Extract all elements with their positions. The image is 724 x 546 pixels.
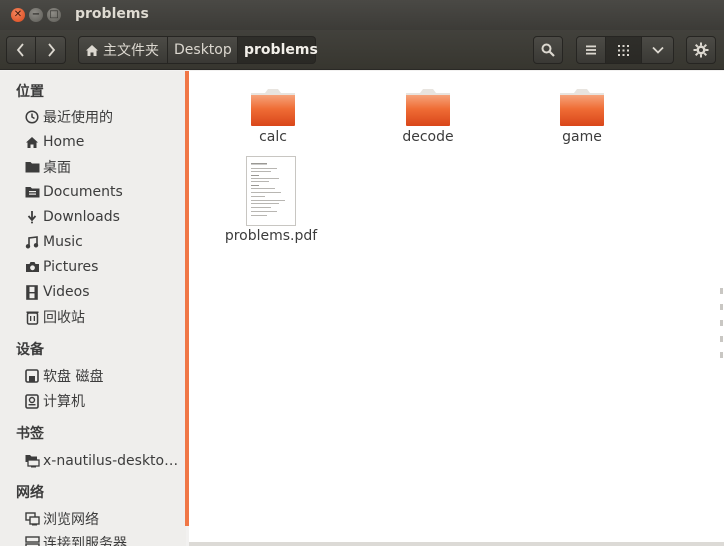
- sidebar-item-floppy[interactable]: 软盘 磁盘: [24, 365, 184, 387]
- folder-icon: [559, 87, 605, 127]
- file-manager-window: ✕ − □ problems 主文件夹 Desktop problems 位置 …: [0, 0, 724, 546]
- scrollbar-tick: [720, 336, 723, 342]
- trash-icon: [24, 309, 40, 325]
- breadcrumb-home[interactable]: 主文件夹: [78, 36, 168, 64]
- floppy-icon: [24, 368, 40, 384]
- sidebar-item-label: 软盘 磁盘: [43, 369, 104, 385]
- file-name: game: [562, 129, 602, 145]
- home-icon: [24, 134, 40, 150]
- scrollbar-tick: [720, 320, 723, 326]
- maximize-button[interactable]: □: [47, 8, 61, 22]
- sidebar-item-label: 浏览网络: [43, 512, 99, 528]
- sidebar-item-desktop-bookmark[interactable]: x-nautilus-desktop:///: [24, 450, 184, 472]
- breadcrumb-home-label: 主文件夹: [103, 43, 159, 59]
- sidebar-item-trash[interactable]: 回收站: [24, 306, 184, 328]
- sidebar: 位置 最近使用的 Home 桌面 Documents Downloads Mus…: [0, 71, 186, 546]
- breadcrumb-desktop-label: Desktop: [174, 42, 232, 58]
- status-strip: [189, 542, 724, 546]
- file-name: problems.pdf: [224, 228, 318, 244]
- scrollbar-tick: [720, 352, 723, 358]
- download-icon: [24, 209, 40, 225]
- camera-icon: [24, 259, 40, 275]
- sidebar-item-browse-network[interactable]: 浏览网络: [24, 508, 184, 530]
- window-title: problems: [75, 6, 149, 22]
- chevron-right-icon: [47, 43, 55, 57]
- sidebar-item-label: 连接到服务器: [43, 536, 127, 546]
- file-view[interactable]: calc decode game problems.pdf: [189, 71, 719, 542]
- sidebar-item-label: 回收站: [43, 310, 85, 326]
- scrollbar-tick: [720, 304, 723, 310]
- sidebar-item-home[interactable]: Home: [24, 131, 184, 153]
- sidebar-item-music[interactable]: Music: [24, 231, 184, 253]
- file-item-game[interactable]: game: [527, 87, 637, 145]
- sidebar-item-label: 桌面: [43, 160, 71, 176]
- home-icon: [86, 44, 98, 56]
- search-icon: [541, 43, 555, 57]
- sidebar-item-label: 计算机: [43, 394, 85, 410]
- title-bar[interactable]: ✕ − □ problems: [0, 0, 724, 30]
- sidebar-item-label: x-nautilus-desktop:///: [43, 453, 183, 469]
- search-button[interactable]: [533, 36, 563, 64]
- breadcrumb-current[interactable]: problems: [238, 36, 318, 64]
- list-icon: [586, 45, 596, 55]
- sidebar-item-downloads[interactable]: Downloads: [24, 206, 184, 228]
- chevron-down-icon: [651, 46, 664, 54]
- computer-icon: [24, 393, 40, 409]
- file-item-decode[interactable]: decode: [373, 87, 483, 145]
- network-icon: [24, 511, 40, 527]
- server-icon: [24, 535, 40, 546]
- pdf-document-icon: [246, 156, 296, 226]
- view-options-button[interactable]: [642, 36, 674, 64]
- file-item-calc[interactable]: calc: [218, 87, 328, 145]
- desktop-bookmark-icon: [24, 453, 40, 469]
- folder-icon: [405, 87, 451, 127]
- file-name: calc: [259, 129, 287, 145]
- film-icon: [24, 284, 40, 300]
- scrollbar-tick: [720, 288, 723, 294]
- minimize-button[interactable]: −: [29, 8, 43, 22]
- sidebar-item-pictures[interactable]: Pictures: [24, 256, 184, 278]
- grid-icon: [618, 44, 629, 56]
- sidebar-section-devices: 设备: [16, 342, 44, 358]
- toolbar: 主文件夹 Desktop problems: [0, 30, 724, 70]
- sidebar-item-label: Downloads: [43, 209, 120, 225]
- settings-button[interactable]: [686, 36, 716, 64]
- sidebar-item-documents[interactable]: Documents: [24, 181, 184, 203]
- sidebar-section-bookmarks: 书签: [16, 426, 44, 442]
- folder-icon: [24, 159, 40, 175]
- recent-clock-icon: [24, 109, 40, 125]
- gear-icon: [693, 42, 709, 58]
- sidebar-item-recent[interactable]: 最近使用的: [24, 106, 184, 128]
- sidebar-item-label: Pictures: [43, 259, 99, 275]
- sidebar-item-label: Videos: [43, 284, 90, 300]
- sidebar-item-computer[interactable]: 计算机: [24, 390, 184, 412]
- list-view-button[interactable]: [576, 36, 606, 64]
- back-button[interactable]: [6, 36, 36, 64]
- sidebar-section-network: 网络: [16, 485, 44, 501]
- sidebar-item-desktop[interactable]: 桌面: [24, 156, 184, 178]
- grid-view-button[interactable]: [606, 36, 642, 64]
- sidebar-section-places: 位置: [16, 84, 44, 100]
- music-icon: [24, 234, 40, 250]
- file-name: decode: [402, 129, 454, 145]
- sidebar-item-videos[interactable]: Videos: [24, 281, 184, 303]
- breadcrumb-current-label: problems: [244, 42, 318, 58]
- chevron-left-icon: [16, 43, 24, 57]
- close-button[interactable]: ✕: [11, 8, 25, 22]
- sidebar-item-label: Home: [43, 134, 85, 150]
- sidebar-item-label: Documents: [43, 184, 123, 200]
- file-item-problems-pdf[interactable]: problems.pdf: [216, 156, 326, 244]
- sidebar-item-connect-server[interactable]: 连接到服务器: [24, 532, 184, 546]
- sidebar-item-label: Music: [43, 234, 83, 250]
- forward-button[interactable]: [36, 36, 66, 64]
- folder-icon: [250, 87, 296, 127]
- breadcrumb-desktop[interactable]: Desktop: [168, 36, 238, 64]
- sidebar-item-label: 最近使用的: [43, 110, 113, 126]
- document-icon: [24, 184, 40, 200]
